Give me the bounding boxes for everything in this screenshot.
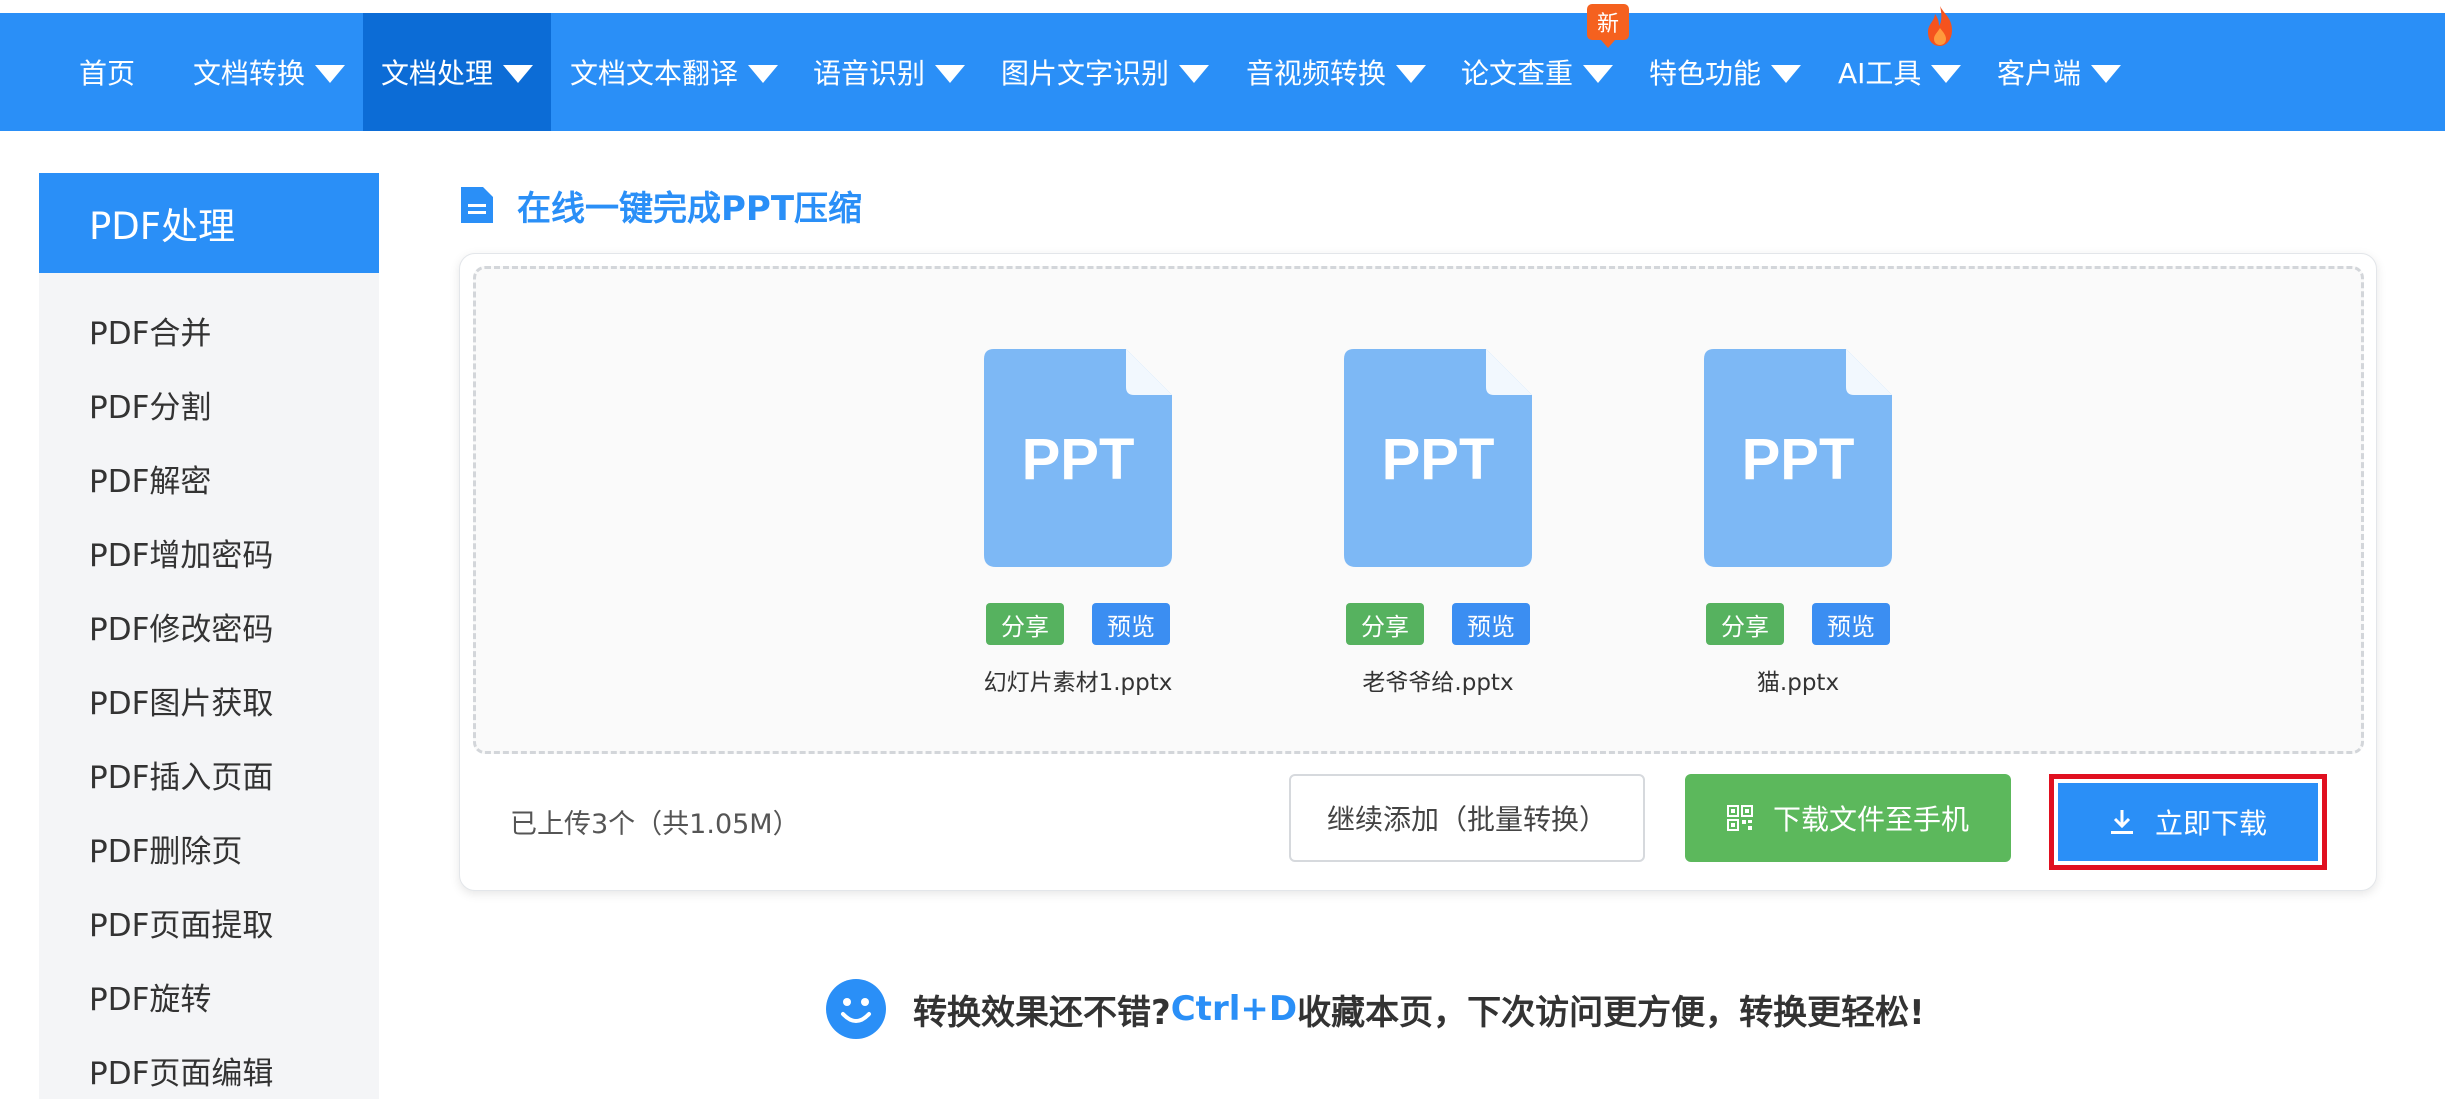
file-item: PPT 分享 预览 猫.pptx xyxy=(1668,349,1928,697)
sidebar-item-pdf-extract-page[interactable]: PDF页面提取 xyxy=(39,885,379,959)
ppt-label: PPT xyxy=(1382,427,1495,492)
nav-item-client[interactable]: 客户端 xyxy=(1997,13,2122,131)
sidebar-item-pdf-insert-page[interactable]: PDF插入页面 xyxy=(39,737,379,811)
ppt-file-icon: PPT xyxy=(1704,349,1892,567)
nav-item-doc-convert[interactable]: 文档转换 xyxy=(193,13,346,131)
preview-button[interactable]: 预览 xyxy=(1452,603,1530,645)
nav-item-label: 文档文本翻译 xyxy=(570,57,739,90)
caret-down-icon xyxy=(503,65,534,83)
caret-down-icon xyxy=(1771,65,1802,83)
nav-item-av-convert[interactable]: 音视频转换 xyxy=(1246,13,1427,131)
caret-down-icon xyxy=(1931,65,1962,83)
bookmark-tip: 转换效果还不错? Ctrl+D 收藏本页，下次访问更方便，转换更轻松! xyxy=(825,977,1925,1041)
file-item: PPT 分享 预览 老爷爷给.pptx xyxy=(1308,349,1568,697)
nav-item-label: 首页 xyxy=(79,57,136,90)
page-title: 在线一键完成PPT压缩 xyxy=(459,180,862,230)
caret-down-icon xyxy=(2091,65,2122,83)
sidebar: PDF处理 PDF合并 PDF分割 PDF解密 PDF增加密码 PDF修改密码 … xyxy=(39,173,379,1099)
smiley-face-icon xyxy=(826,979,886,1039)
share-button[interactable]: 分享 xyxy=(1706,603,1784,645)
file-name: 幻灯片素材1.pptx xyxy=(983,670,1173,696)
download-to-phone-button[interactable]: 下载文件至手机 xyxy=(1685,774,2011,862)
sidebar-item-pdf-edit-page[interactable]: PDF页面编辑 xyxy=(39,1033,379,1107)
sidebar-item-pdf-extract-images[interactable]: PDF图片获取 xyxy=(39,663,379,737)
tip-suffix: 收藏本页，下次访问更方便，转换更轻松! xyxy=(1297,992,1925,1033)
file-name: 猫.pptx xyxy=(1756,670,1840,696)
sidebar-item-pdf-rotate[interactable]: PDF旋转 xyxy=(39,959,379,1033)
nav-item-ocr[interactable]: 图片文字识别 xyxy=(1001,13,1210,131)
caret-down-icon xyxy=(315,65,346,83)
continue-add-button[interactable]: 继续添加（批量转换） xyxy=(1289,774,1645,862)
page-title-text: 在线一键完成PPT压缩 xyxy=(517,188,863,229)
sidebar-list: PDF合并 PDF分割 PDF解密 PDF增加密码 PDF修改密码 PDF图片获… xyxy=(39,273,379,1107)
caret-down-icon xyxy=(1583,65,1614,83)
nav-item-label: 特色功能 xyxy=(1649,57,1762,90)
nav-item-home[interactable]: 首页 xyxy=(79,13,135,131)
ppt-file-icon: PPT xyxy=(984,349,1172,567)
nav-item-label: AI工具 xyxy=(1838,57,1922,90)
download-icon xyxy=(2110,810,2133,834)
sidebar-item-pdf-merge[interactable]: PDF合并 xyxy=(39,293,379,367)
preview-button[interactable]: 预览 xyxy=(1812,603,1890,645)
nav-item-label: 文档转换 xyxy=(193,57,306,90)
tip-prefix: 转换效果还不错? xyxy=(913,992,1171,1033)
ppt-label: PPT xyxy=(1022,427,1135,492)
ppt-label: PPT xyxy=(1742,427,1855,492)
file-item: PPT 分享 预览 幻灯片素材1.pptx xyxy=(948,349,1208,697)
caret-down-icon xyxy=(1179,65,1210,83)
nav-item-doc-translate[interactable]: 文档文本翻译 xyxy=(570,13,779,131)
sidebar-item-pdf-split[interactable]: PDF分割 xyxy=(39,367,379,441)
qr-code-icon xyxy=(1726,805,1753,831)
nav-item-label: 音视频转换 xyxy=(1246,57,1387,90)
nav-item-doc-process[interactable]: 文档处理 xyxy=(363,13,551,131)
sidebar-item-pdf-delete-page[interactable]: PDF删除页 xyxy=(39,811,379,885)
download-button-highlight: 立即下载 xyxy=(2049,774,2327,870)
share-button[interactable]: 分享 xyxy=(986,603,1064,645)
document-icon xyxy=(461,187,493,223)
download-now-button[interactable]: 立即下载 xyxy=(2058,783,2318,861)
share-button[interactable]: 分享 xyxy=(1346,603,1424,645)
new-badge: 新 xyxy=(1587,4,1629,48)
nav-item-label: 论文查重 xyxy=(1461,57,1574,90)
file-dropzone[interactable]: PPT 分享 预览 幻灯片素材1.pptx PPT 分享 预览 老爷爷给.ppt… xyxy=(473,266,2364,754)
caret-down-icon xyxy=(1396,65,1427,83)
top-navigation: 首页 文档转换 文档处理 文档文本翻译 语音识别 图片文字识别 音视频转换 论文… xyxy=(0,13,2445,131)
caret-down-icon xyxy=(748,65,779,83)
nav-item-label: 图片文字识别 xyxy=(1001,57,1170,90)
preview-button[interactable]: 预览 xyxy=(1092,603,1170,645)
sidebar-title: PDF处理 xyxy=(39,173,379,273)
nav-item-speech-recognition[interactable]: 语音识别 xyxy=(813,13,966,131)
nav-item-label: 语音识别 xyxy=(813,57,926,90)
nav-item-label: 客户端 xyxy=(1997,57,2082,90)
download-now-label: 立即下载 xyxy=(2154,807,2267,840)
ppt-file-icon: PPT xyxy=(1344,349,1532,567)
nav-item-features[interactable]: 特色功能 xyxy=(1649,13,1802,131)
upload-status: 已上传3个（共1.05M） xyxy=(510,809,800,840)
sidebar-item-pdf-decrypt[interactable]: PDF解密 xyxy=(39,441,379,515)
sidebar-item-pdf-change-password[interactable]: PDF修改密码 xyxy=(39,589,379,663)
caret-down-icon xyxy=(935,65,966,83)
upload-card: PPT 分享 预览 幻灯片素材1.pptx PPT 分享 预览 老爷爷给.ppt… xyxy=(459,253,2377,891)
sidebar-item-pdf-add-password[interactable]: PDF增加密码 xyxy=(39,515,379,589)
tip-shortcut: Ctrl+D xyxy=(1170,989,1298,1029)
file-name: 老爷爷给.pptx xyxy=(1362,670,1514,696)
nav-item-label: 文档处理 xyxy=(381,57,494,90)
fire-icon xyxy=(1928,6,1952,46)
download-to-phone-label: 下载文件至手机 xyxy=(1772,803,1969,836)
